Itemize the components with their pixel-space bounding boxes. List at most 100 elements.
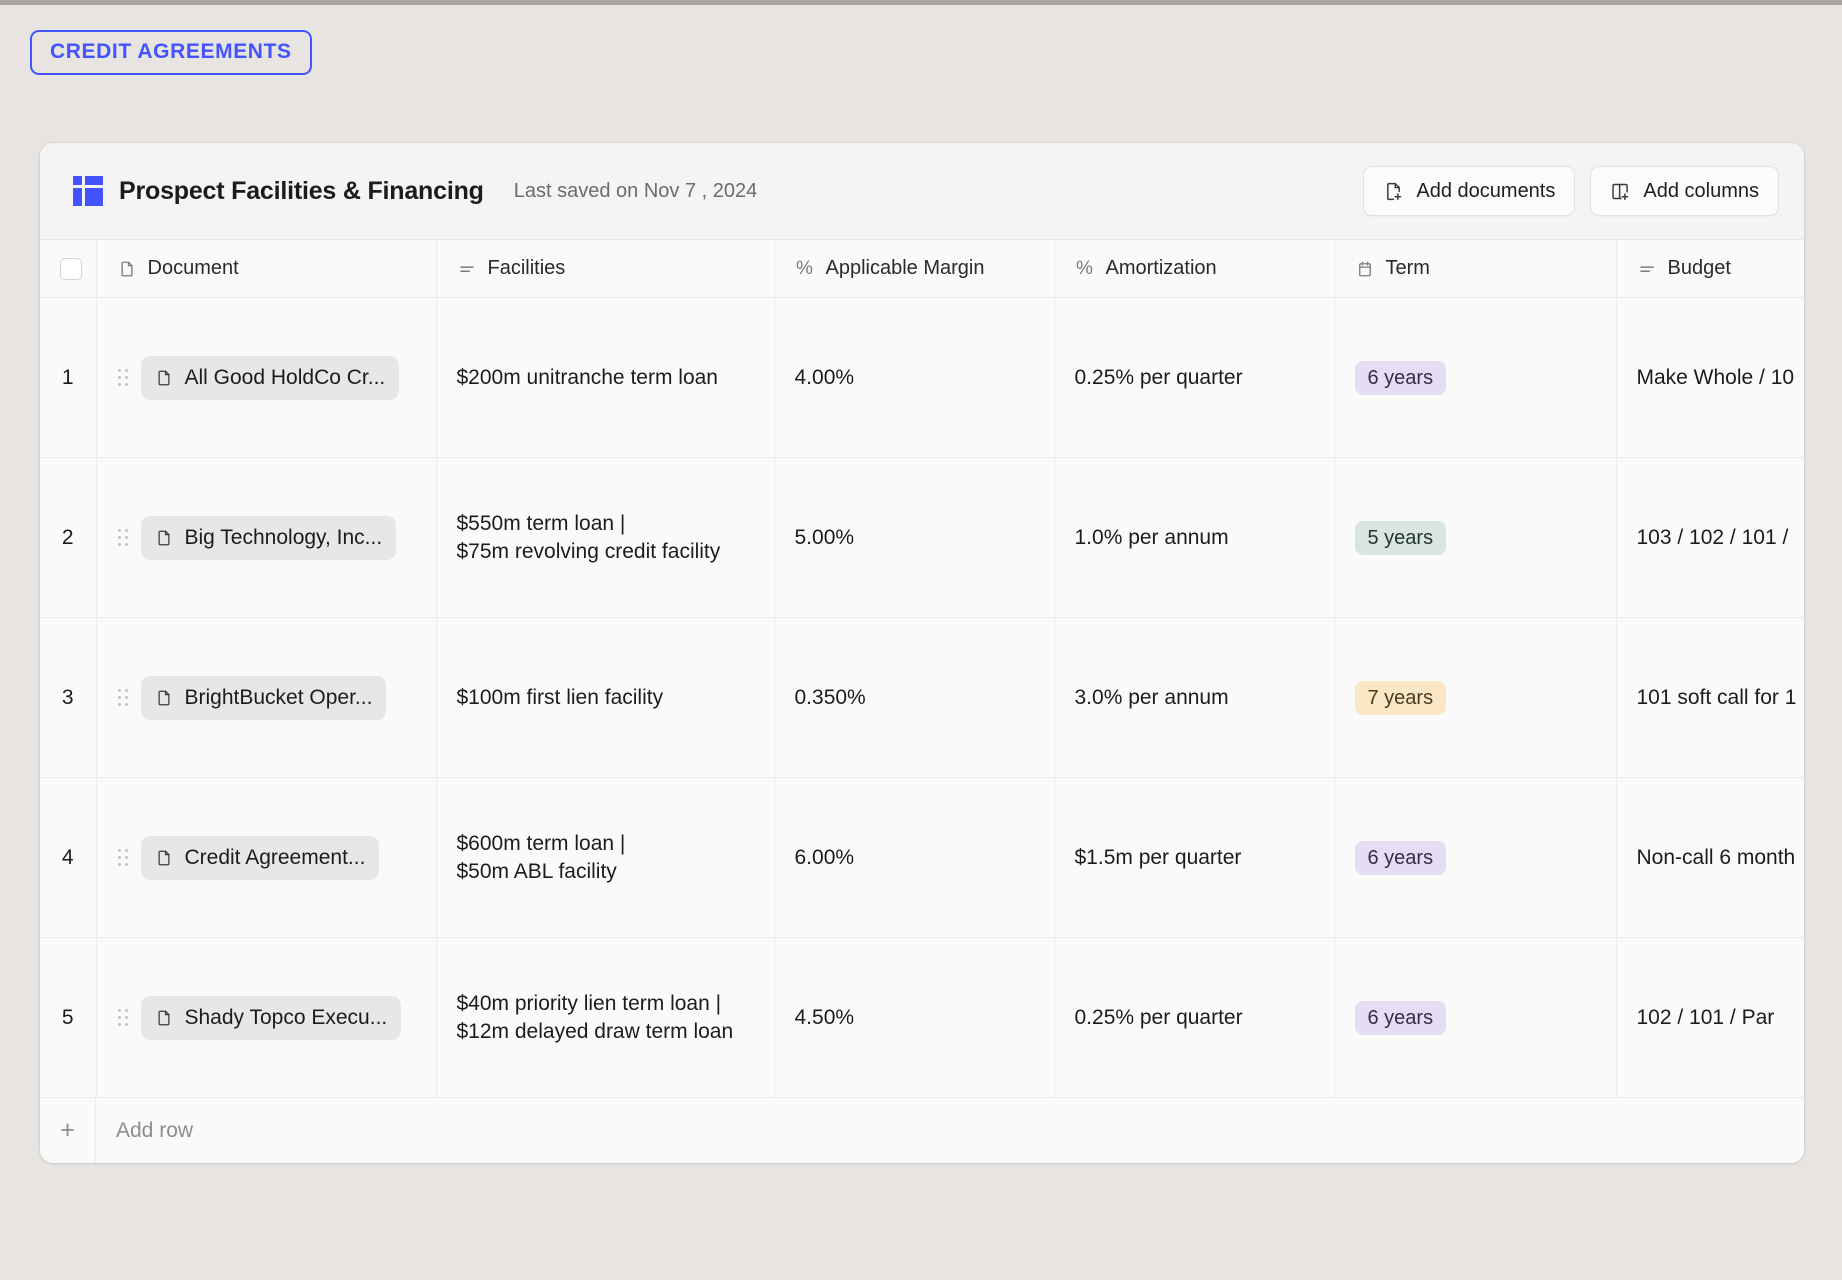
credit-agreements-chip[interactable]: CREDIT AGREEMENTS bbox=[30, 30, 312, 75]
document-name: All Good HoldCo Cr... bbox=[185, 366, 386, 390]
cell-applicable-margin[interactable]: 5.00% bbox=[774, 458, 1054, 618]
drag-handle-icon[interactable] bbox=[117, 528, 131, 548]
cell-amortization[interactable]: 1.0% per annum bbox=[1054, 458, 1334, 618]
column-header-facilities[interactable]: Facilities bbox=[436, 240, 774, 298]
table-row[interactable]: 2 Big Technology, Inc... bbox=[40, 458, 1804, 618]
add-documents-button[interactable]: Add documents bbox=[1363, 166, 1575, 216]
facility-line: $12m delayed draw term loan bbox=[457, 1018, 754, 1046]
percent-icon: % bbox=[1075, 259, 1095, 279]
file-icon bbox=[155, 849, 173, 867]
cell-term[interactable]: 6 years bbox=[1334, 778, 1616, 938]
term-badge: 6 years bbox=[1355, 841, 1447, 875]
document-pill[interactable]: Credit Agreement... bbox=[141, 836, 380, 880]
column-header-document[interactable]: Document bbox=[96, 240, 436, 298]
top-edge-bar bbox=[0, 0, 1842, 5]
drag-handle-icon[interactable] bbox=[117, 848, 131, 868]
term-badge: 5 years bbox=[1355, 521, 1447, 555]
drag-handle-icon[interactable] bbox=[117, 1008, 131, 1028]
add-documents-label: Add documents bbox=[1416, 180, 1555, 203]
facility-line: $100m first lien facility bbox=[457, 684, 754, 712]
column-header-applicable-margin-label: Applicable Margin bbox=[826, 257, 985, 280]
term-badge: 7 years bbox=[1355, 681, 1447, 715]
header-actions: Add documents Add columns bbox=[1363, 166, 1779, 216]
cell-document[interactable]: BrightBucket Oper... bbox=[96, 618, 436, 778]
cell-facilities[interactable]: $550m term loan | $75m revolving credit … bbox=[436, 458, 774, 618]
document-pill[interactable]: All Good HoldCo Cr... bbox=[141, 356, 400, 400]
card-header: Prospect Facilities & Financing Last sav… bbox=[40, 143, 1804, 239]
cell-facilities[interactable]: $40m priority lien term loan | $12m dela… bbox=[436, 938, 774, 1098]
facility-line: $50m ABL facility bbox=[457, 858, 754, 886]
row-number: 5 bbox=[40, 938, 96, 1098]
equals-icon bbox=[457, 259, 477, 279]
cell-budget[interactable]: 103 / 102 / 101 / bbox=[1616, 458, 1804, 618]
cell-term[interactable]: 5 years bbox=[1334, 458, 1616, 618]
cell-term[interactable]: 7 years bbox=[1334, 618, 1616, 778]
add-row-button[interactable]: + Add row bbox=[40, 1098, 1804, 1163]
table-body: 1 All Good HoldCo Cr... bbox=[40, 298, 1804, 1098]
cell-budget[interactable]: Non-call 6 month bbox=[1616, 778, 1804, 938]
document-pill[interactable]: Shady Topco Execu... bbox=[141, 996, 402, 1040]
row-number: 1 bbox=[40, 298, 96, 458]
calendar-icon bbox=[1355, 259, 1375, 279]
table-row[interactable]: 5 Shady Topco Execu... bbox=[40, 938, 1804, 1098]
drag-handle-icon[interactable] bbox=[117, 688, 131, 708]
column-header-budget[interactable]: Budget bbox=[1616, 240, 1804, 298]
plus-icon: + bbox=[40, 1098, 96, 1163]
table-card: Prospect Facilities & Financing Last sav… bbox=[40, 143, 1804, 1163]
cell-document[interactable]: Shady Topco Execu... bbox=[96, 938, 436, 1098]
cell-applicable-margin[interactable]: 6.00% bbox=[774, 778, 1054, 938]
cell-amortization[interactable]: 3.0% per annum bbox=[1054, 618, 1334, 778]
document-name: Credit Agreement... bbox=[185, 846, 366, 870]
facility-line: $200m unitranche term loan bbox=[457, 364, 754, 392]
add-columns-label: Add columns bbox=[1643, 180, 1759, 203]
column-header-amortization[interactable]: % Amortization bbox=[1054, 240, 1334, 298]
cell-applicable-margin[interactable]: 4.50% bbox=[774, 938, 1054, 1098]
column-header-facilities-label: Facilities bbox=[488, 257, 566, 280]
cell-term[interactable]: 6 years bbox=[1334, 298, 1616, 458]
cell-document[interactable]: Credit Agreement... bbox=[96, 778, 436, 938]
facility-line: $75m revolving credit facility bbox=[457, 538, 754, 566]
table-row[interactable]: 3 BrightBucket Oper... bbox=[40, 618, 1804, 778]
cell-amortization[interactable]: 0.25% per quarter bbox=[1054, 938, 1334, 1098]
document-name: BrightBucket Oper... bbox=[185, 686, 373, 710]
select-all-header[interactable] bbox=[40, 240, 96, 298]
document-pill[interactable]: Big Technology, Inc... bbox=[141, 516, 397, 560]
cell-facilities[interactable]: $600m term loan | $50m ABL facility bbox=[436, 778, 774, 938]
cell-term[interactable]: 6 years bbox=[1334, 938, 1616, 1098]
cell-budget[interactable]: 102 / 101 / Par bbox=[1616, 938, 1804, 1098]
equals-icon bbox=[1637, 259, 1657, 279]
percent-icon: % bbox=[795, 259, 815, 279]
cell-budget[interactable]: 101 soft call for 1 bbox=[1616, 618, 1804, 778]
cell-amortization[interactable]: 0.25% per quarter bbox=[1054, 298, 1334, 458]
last-saved-text: Last saved on Nov 7 , 2024 bbox=[514, 180, 758, 203]
column-header-term[interactable]: Term bbox=[1334, 240, 1616, 298]
cell-applicable-margin[interactable]: 0.350% bbox=[774, 618, 1054, 778]
cell-applicable-margin[interactable]: 4.00% bbox=[774, 298, 1054, 458]
column-plus-icon bbox=[1610, 181, 1631, 202]
table-row[interactable]: 4 Credit Agreement... bbox=[40, 778, 1804, 938]
cell-budget[interactable]: Make Whole / 10 bbox=[1616, 298, 1804, 458]
document-name: Shady Topco Execu... bbox=[185, 1006, 388, 1030]
grid-logo-icon bbox=[73, 176, 103, 206]
facility-line: $550m term loan | bbox=[457, 510, 754, 538]
term-badge: 6 years bbox=[1355, 361, 1447, 395]
cell-document[interactable]: Big Technology, Inc... bbox=[96, 458, 436, 618]
column-header-applicable-margin[interactable]: % Applicable Margin bbox=[774, 240, 1054, 298]
drag-handle-icon[interactable] bbox=[117, 368, 131, 388]
facility-line: $600m term loan | bbox=[457, 830, 754, 858]
cell-facilities[interactable]: $100m first lien facility bbox=[436, 618, 774, 778]
add-columns-button[interactable]: Add columns bbox=[1590, 166, 1779, 216]
facilities-table: Document Facilities bbox=[40, 239, 1804, 1098]
cell-amortization[interactable]: $1.5m per quarter bbox=[1054, 778, 1334, 938]
cell-document[interactable]: All Good HoldCo Cr... bbox=[96, 298, 436, 458]
add-row-label: Add row bbox=[96, 1119, 193, 1143]
file-icon bbox=[155, 369, 173, 387]
select-all-checkbox[interactable] bbox=[60, 258, 82, 280]
file-icon bbox=[117, 259, 137, 279]
document-pill[interactable]: BrightBucket Oper... bbox=[141, 676, 387, 720]
row-number: 2 bbox=[40, 458, 96, 618]
cell-facilities[interactable]: $200m unitranche term loan bbox=[436, 298, 774, 458]
table-row[interactable]: 1 All Good HoldCo Cr... bbox=[40, 298, 1804, 458]
column-header-budget-label: Budget bbox=[1668, 257, 1731, 280]
column-header-amortization-label: Amortization bbox=[1106, 257, 1217, 280]
